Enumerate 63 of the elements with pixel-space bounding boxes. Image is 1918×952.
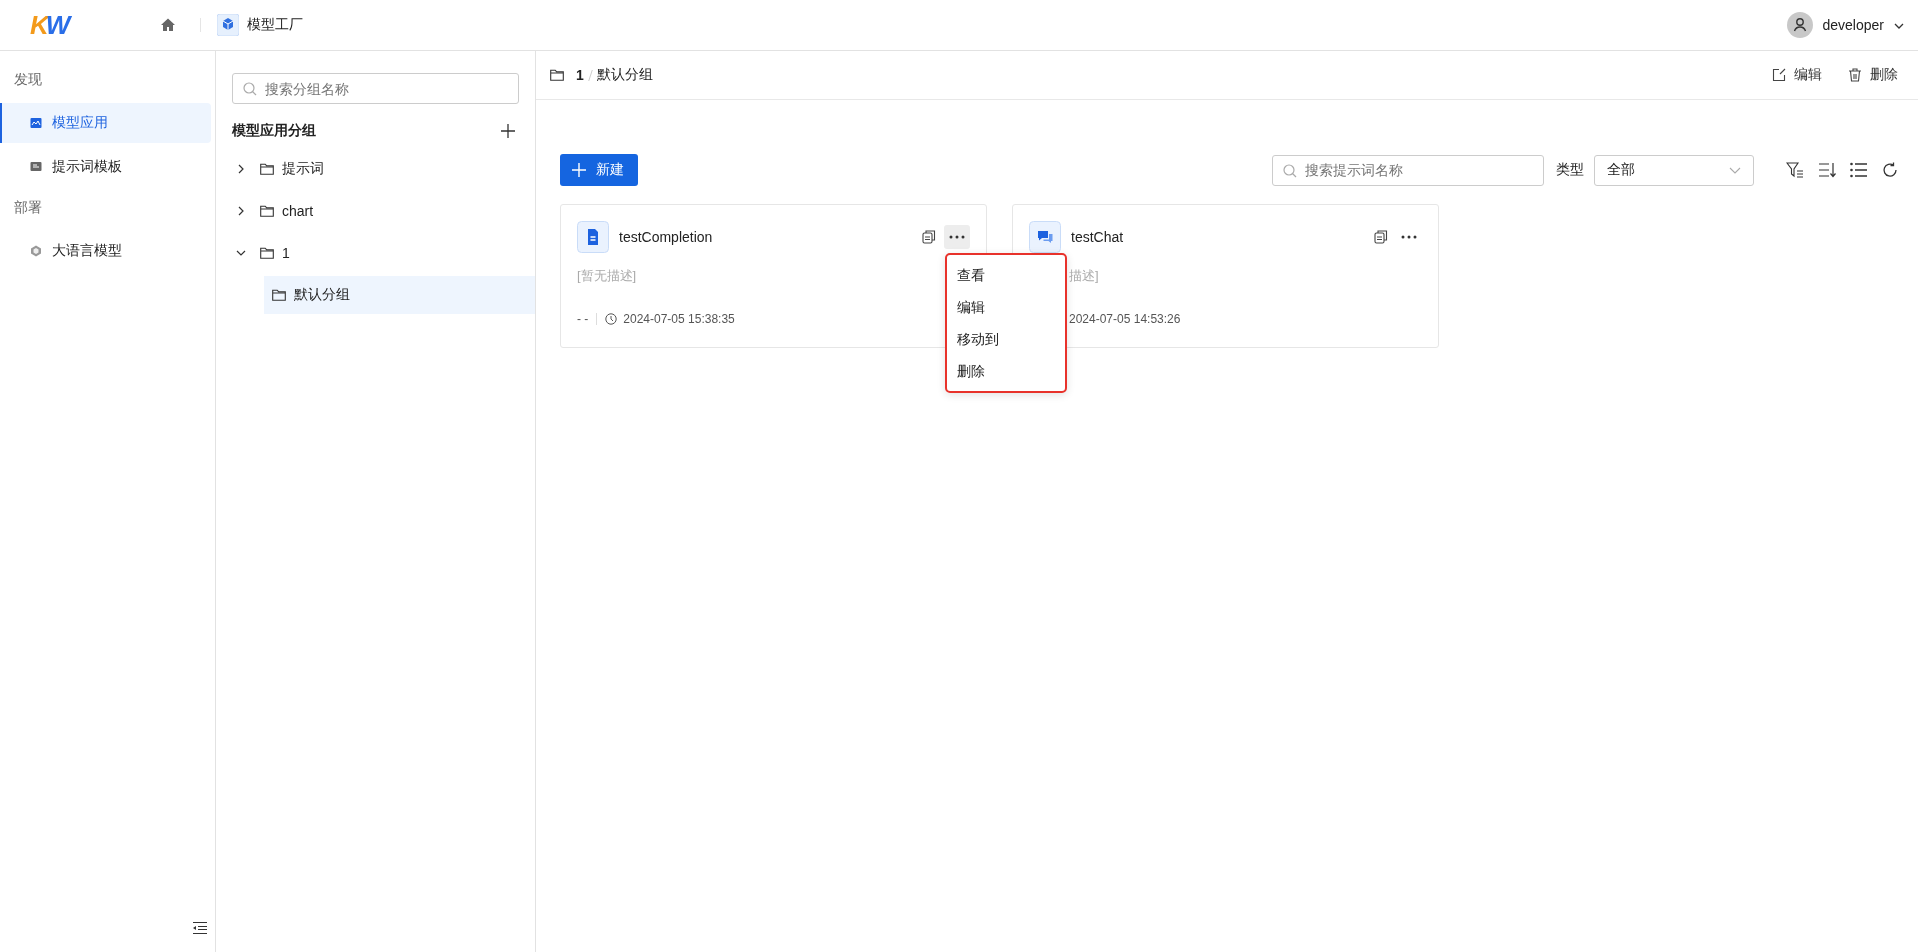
- search-icon: [243, 82, 257, 96]
- folder-icon: [260, 205, 274, 217]
- card-description: [暂无描述]: [577, 267, 637, 285]
- edit-icon: [1772, 68, 1786, 82]
- copy-icon[interactable]: [922, 230, 936, 244]
- group-search-field[interactable]: 搜索分组名称: [232, 73, 519, 104]
- type-select[interactable]: 全部: [1594, 154, 1754, 186]
- cube-icon: [217, 14, 239, 36]
- card-description: 描述]: [1069, 267, 1099, 285]
- avatar-icon[interactable]: [1786, 12, 1813, 38]
- refresh-icon[interactable]: [1882, 162, 1898, 178]
- folder-icon: [550, 69, 564, 81]
- chat-icon: [1029, 221, 1061, 253]
- folder-icon: [260, 247, 274, 259]
- plus-icon: [572, 163, 586, 177]
- card-author: - -: [577, 312, 589, 326]
- card-time: 2024-07-05 15:38:35: [623, 312, 735, 326]
- sort-icon[interactable]: [1818, 162, 1836, 178]
- edit-button[interactable]: 编辑: [1772, 66, 1822, 84]
- chevron-down-icon[interactable]: [236, 248, 246, 258]
- trash-icon: [1848, 68, 1862, 82]
- filter-icon[interactable]: [1786, 162, 1804, 178]
- group-item[interactable]: chart: [232, 192, 535, 230]
- folder-icon: [272, 289, 286, 301]
- group-item[interactable]: 提示词: [232, 150, 535, 188]
- collapse-icon[interactable]: [193, 922, 207, 934]
- caret-icon[interactable]: [1894, 23, 1904, 29]
- group-item[interactable]: 默认分组: [264, 276, 535, 314]
- breadcrumb-item[interactable]: 1: [576, 67, 584, 83]
- template-icon: [30, 161, 42, 173]
- group-title: 模型应用分组: [232, 122, 316, 140]
- menu-item[interactable]: 删除: [947, 355, 1065, 387]
- hexagon-icon: [30, 245, 42, 257]
- app-name: 模型工厂: [247, 16, 303, 34]
- app-icon: [30, 117, 42, 129]
- chevron-right-icon[interactable]: [236, 164, 246, 174]
- chevron-down-icon: [1729, 166, 1741, 174]
- group-item[interactable]: 1: [232, 234, 535, 272]
- card-time: 2024-07-05 14:53:26: [1069, 312, 1181, 326]
- list-icon[interactable]: [1850, 162, 1868, 178]
- clock-icon: [605, 313, 618, 325]
- app-card[interactable]: testChat 描述] 2024-07-05 14:53:26: [1012, 204, 1439, 348]
- home-icon[interactable]: [160, 17, 176, 33]
- card-title[interactable]: testCompletion: [619, 229, 713, 245]
- folder-icon: [260, 163, 274, 175]
- copy-icon[interactable]: [1374, 230, 1388, 244]
- card-title[interactable]: testChat: [1071, 229, 1124, 245]
- search-field[interactable]: 搜索提示词名称: [1272, 154, 1544, 186]
- add-icon[interactable]: [501, 124, 515, 138]
- user-name[interactable]: developer: [1822, 17, 1884, 33]
- nav-section-title: 发现: [13, 70, 43, 89]
- nav-item[interactable]: 模型应用: [0, 103, 211, 143]
- search-icon: [1283, 163, 1297, 178]
- type-label: 类型: [1556, 161, 1584, 179]
- nav-item[interactable]: 大语言模型: [0, 231, 211, 271]
- chevron-right-icon[interactable]: [236, 206, 246, 216]
- breadcrumb-item[interactable]: 默认分组: [596, 66, 653, 84]
- nav-item[interactable]: 提示词模板: [0, 147, 211, 187]
- logo: KW: [30, 9, 71, 41]
- document-icon: [577, 221, 609, 253]
- delete-button[interactable]: 删除: [1848, 66, 1898, 84]
- new-button[interactable]: 新建: [560, 154, 638, 186]
- nav-section-title: 部署: [13, 198, 43, 217]
